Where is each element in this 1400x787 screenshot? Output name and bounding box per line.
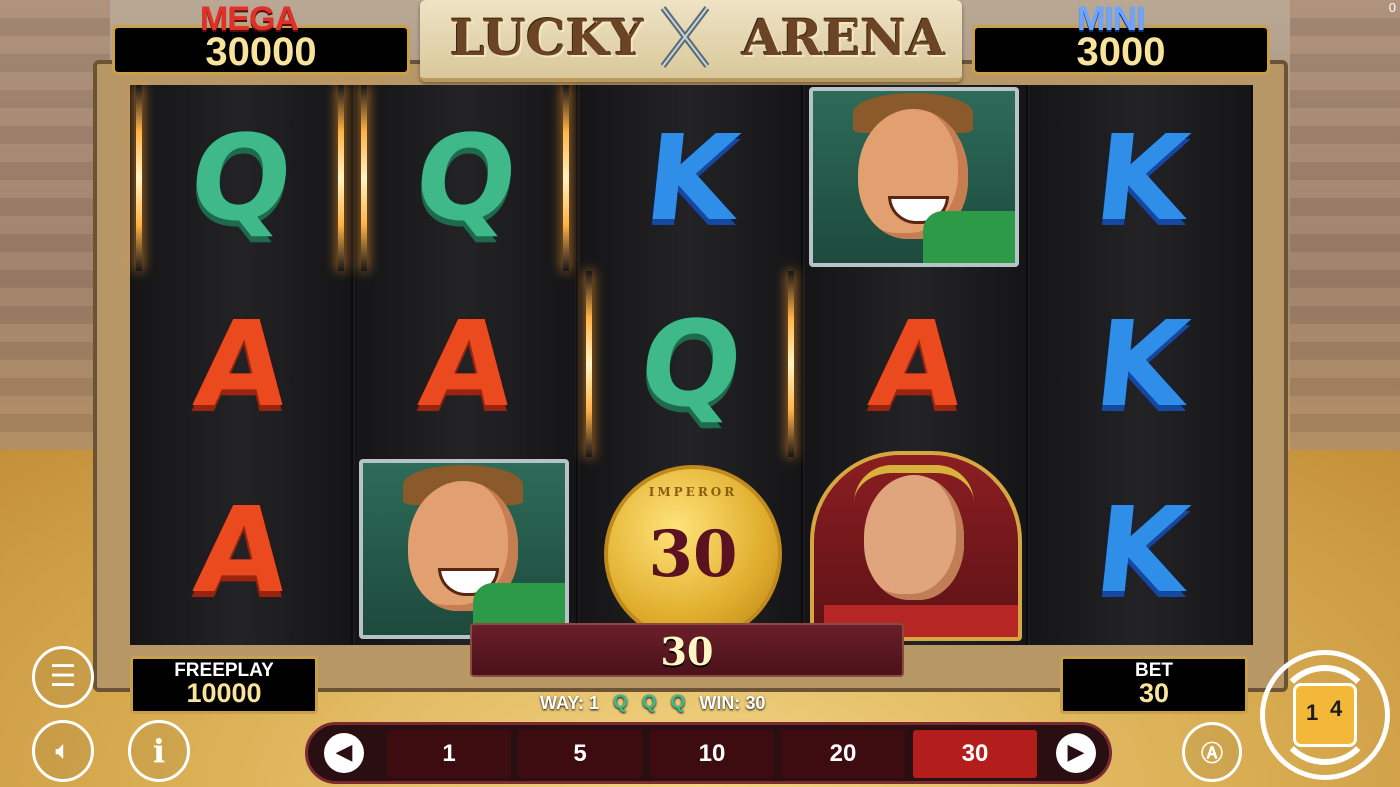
way-symbol-2: Q	[641, 692, 657, 713]
coin-value: 30	[648, 517, 738, 592]
symbol-k: K	[1088, 481, 1195, 619]
reel-2: Q A	[355, 85, 578, 645]
autoplay-icon: Ⓐ	[1200, 742, 1223, 767]
symbol-q: Q	[634, 295, 749, 433]
symbol-a: A	[413, 295, 520, 433]
freeplay-box: FREEPLAY 10000	[130, 656, 318, 714]
reel-grid: Q A A Q A K Q 30 IMPEROR A K K K	[130, 85, 1253, 645]
symbol-k: K	[638, 109, 745, 247]
crossed-swords-icon	[655, 2, 715, 72]
win-amount: 30	[660, 629, 714, 674]
logo-text-right: ARENA	[742, 8, 945, 67]
bet-option-1[interactable]: 1	[387, 730, 511, 778]
laurel-wreath-icon	[854, 465, 974, 503]
corner-counter: 0	[1388, 0, 1396, 15]
win-label: WIN: 30	[699, 692, 766, 713]
gladiator-symbol	[809, 87, 1019, 267]
speaker-icon: 🔈︎	[55, 736, 71, 766]
way-label: WAY: 1	[540, 692, 600, 713]
bet-option-20[interactable]: 20	[781, 730, 905, 778]
symbol-a: A	[188, 295, 295, 433]
symbol-a: A	[863, 295, 970, 433]
reel-5: K K K	[1030, 85, 1253, 645]
mega-jackpot-title: MEGA	[200, 0, 299, 38]
symbol-q: Q	[409, 109, 524, 247]
info-button[interactable]: i	[128, 720, 190, 782]
bet-decrease-button[interactable]: ◀	[324, 733, 364, 773]
bet-option-30[interactable]: 30	[913, 730, 1037, 778]
mini-jackpot-title: MINI	[1077, 0, 1146, 38]
symbol-q: Q	[184, 109, 299, 247]
gladiator-symbol	[359, 459, 569, 639]
arrow-right-icon: ▶	[1067, 740, 1085, 765]
info-icon: i	[152, 732, 166, 770]
win-amount-bar: 30	[470, 623, 904, 677]
way-symbol-3: Q	[670, 692, 686, 713]
autoplay-button[interactable]: Ⓐ	[1182, 722, 1242, 782]
bet-value: 30	[1138, 678, 1170, 708]
winning-way-info: WAY: 1 Q Q Q WIN: 30	[540, 690, 840, 716]
bet-selector: ◀ 1 5 10 20 30 ▶	[305, 722, 1112, 784]
dice-number-a: 1	[1306, 700, 1319, 725]
bet-box: BET 30	[1060, 656, 1248, 714]
coin-inscription: IMPEROR	[648, 485, 738, 499]
bet-option-5[interactable]: 5	[518, 730, 642, 778]
reel-1: Q A A	[130, 85, 353, 645]
bet-increase-button[interactable]: ▶	[1056, 733, 1096, 773]
reel-3: K Q 30 IMPEROR	[580, 85, 803, 645]
bet-option-10[interactable]: 10	[650, 730, 774, 778]
symbol-k: K	[1088, 109, 1195, 247]
hamburger-menu-icon: ☰	[49, 659, 77, 694]
game-logo: LUCKY ARENA	[420, 0, 962, 82]
spin-button[interactable]: 1 4	[1260, 650, 1390, 780]
dice-icon: 1 4	[1293, 683, 1357, 747]
symbol-a: A	[188, 481, 295, 619]
logo-text-left: LUCKY	[450, 8, 644, 67]
arrow-left-icon: ◀	[335, 740, 353, 765]
menu-button[interactable]: ☰	[32, 646, 94, 708]
emperor-symbol	[810, 451, 1022, 641]
coin-symbol: 30 IMPEROR	[604, 465, 782, 643]
sound-button[interactable]: 🔈︎	[32, 720, 94, 782]
dice-number-b: 4	[1330, 696, 1343, 721]
symbol-k: K	[1088, 295, 1195, 433]
reel-4: A	[805, 85, 1028, 645]
way-symbol-1: Q	[613, 692, 628, 713]
freeplay-value: 10000	[186, 678, 262, 708]
